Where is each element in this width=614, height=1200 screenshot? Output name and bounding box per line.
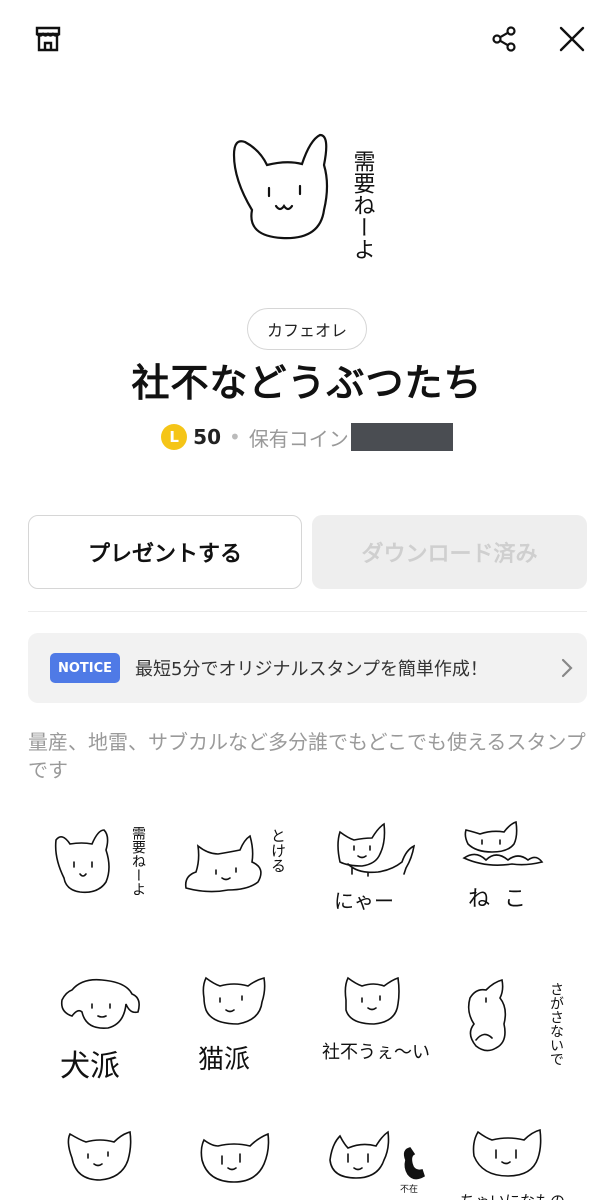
sticker-item[interactable]: にゃー [318,810,438,930]
sticker-item[interactable]: さがさないで [456,968,576,1088]
sticker-text: ちゃいになもの [460,1192,565,1200]
divider [28,611,587,612]
sticker-grid: 需要ねーよ とける にゃー ねこ 犬派 猫派 社不うぇ～い さがさないで 不在 [0,800,614,1200]
sticker-item[interactable] [42,1120,162,1200]
shop-icon[interactable] [26,17,70,61]
price-amount: 50 [193,425,222,449]
sticker-text: 猫派 [198,1045,250,1075]
owned-coins-label: 保有コイン [248,426,349,451]
sticker-text: 不在 [400,1183,418,1195]
hero-sticker-text: 需要ねーよ [350,150,375,260]
sticker-item[interactable]: ねこ [456,810,576,930]
sticker-item[interactable]: 需要ねーよ [42,810,162,930]
separator-dot: • [229,425,241,449]
author-chip[interactable]: カフェオレ [247,308,367,350]
sticker-text: 犬派 [60,1049,120,1084]
chevron-right-icon [547,648,587,688]
redacted-block [350,423,453,451]
notice-badge: NOTICE [50,653,120,683]
sticker-text: ねこ [468,887,540,912]
sticker-item[interactable]: 犬派 [42,968,162,1088]
sticker-text: 需要ねーよ [130,826,146,896]
downloaded-button[interactable]: ダウンロード済み [312,515,587,589]
share-icon[interactable] [482,17,526,61]
main-sticker-preview[interactable]: 需要ねーよ [212,110,402,280]
sticker-text: にゃー [334,889,394,913]
price-row: L 50 • 保有コイン [0,420,614,454]
close-icon[interactable] [550,17,594,61]
sticker-text: 社不うぇ～い [322,1042,430,1063]
sticker-item[interactable]: ちゃいになもの [456,1120,576,1200]
line-coin-icon: L [161,424,188,450]
sticker-description: 量産、地雷、サブカルなど多分誰でもどこでも使えるスタンプです [28,730,586,782]
page-title: 社不などうぶつたち [131,361,483,405]
sticker-item[interactable]: 社不うぇ～い [318,968,438,1088]
sticker-item[interactable]: 猫派 [178,968,298,1088]
top-bar [0,0,614,80]
present-button[interactable]: プレゼントする [28,515,302,589]
sticker-text: さがさないで [548,982,564,1066]
notice-banner[interactable]: NOTICE 最短5分でオリジナルスタンプを簡単作成！ [28,633,587,703]
notice-text: 最短5分でオリジナルスタンプを簡単作成！ [135,659,488,680]
sticker-item[interactable] [178,1120,298,1200]
sticker-item[interactable]: とける [178,810,298,930]
sticker-item[interactable]: 不在 [318,1120,438,1200]
sticker-text: とける [269,828,287,873]
